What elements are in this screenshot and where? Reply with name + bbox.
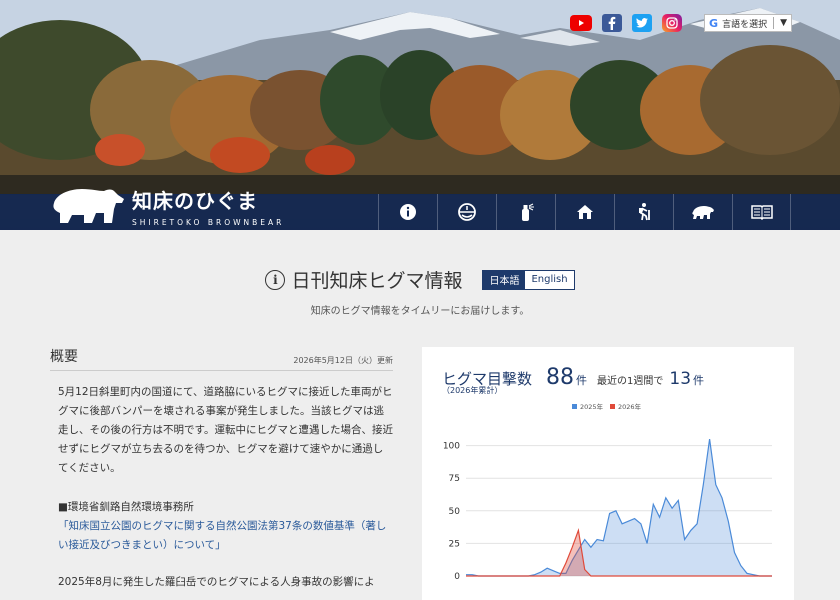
bear-spray-icon bbox=[522, 203, 534, 221]
sightings-subtitle: （2026年累計） bbox=[442, 386, 503, 395]
facebook-icon[interactable] bbox=[602, 14, 623, 32]
logo-title: 知床のひぐま bbox=[132, 189, 258, 213]
sightings-card: 0 25 50 75 100 2025年 2026年 ヒグマ目撃数 （2026年累計） 88… bbox=[422, 347, 794, 600]
bear-logo-icon bbox=[53, 189, 124, 223]
chevron-down-icon: ▼ bbox=[780, 18, 787, 28]
top-utility-bar: G 言語を選択 ▼ bbox=[570, 14, 792, 32]
nav-info[interactable] bbox=[378, 194, 437, 230]
legend-label: 2025年 bbox=[580, 402, 604, 411]
twitter-icon[interactable] bbox=[632, 14, 653, 32]
y-tick-label: 50 bbox=[449, 507, 461, 517]
hero-banner: G 言語を選択 ▼ 知床のひぐま SHIRETOKO BROWNBEAR bbox=[0, 0, 840, 230]
y-tick-label: 25 bbox=[449, 539, 460, 549]
bear-icon bbox=[692, 206, 714, 219]
lifebuoy-icon bbox=[458, 203, 476, 221]
site-logo[interactable]: 知床のひぐま SHIRETOKO BROWNBEAR bbox=[48, 183, 284, 227]
book-icon bbox=[750, 205, 773, 220]
google-icon: G bbox=[709, 16, 719, 30]
week-unit: 件 bbox=[693, 374, 705, 387]
info-icon: i bbox=[265, 269, 286, 290]
sightings-unit: 件 bbox=[576, 374, 588, 387]
y-tick-label: 0 bbox=[454, 572, 460, 582]
organization-label: ■環境省釧路自然環境事務所 bbox=[58, 501, 194, 513]
logo-subtitle: SHIRETOKO BROWNBEAR bbox=[132, 218, 285, 227]
summary-heading: 概要 bbox=[50, 349, 78, 365]
summary-paragraph: 5月12日斜里町内の国道にて、道路脇にいるヒグマに接近した車両がヒグマに後部バン… bbox=[58, 386, 393, 474]
updated-date: 2026年5月12日（火）更新 bbox=[293, 356, 393, 365]
week-label: 最近の1週間で bbox=[597, 376, 664, 387]
instagram-icon[interactable] bbox=[662, 14, 683, 32]
nav-icon-bar bbox=[378, 194, 791, 230]
language-selector[interactable]: G 言語を選択 ▼ bbox=[704, 14, 792, 32]
nav-bears[interactable] bbox=[673, 194, 732, 230]
legend-label: 2026年 bbox=[618, 402, 642, 411]
y-tick-label: 100 bbox=[443, 442, 460, 452]
page-title-text: 日刊知床ヒグマ情報 bbox=[291, 270, 463, 292]
page-subtitle: 知床のヒグマ情報をタイムリーにお届けします。 bbox=[310, 306, 530, 317]
legend-swatch bbox=[572, 404, 577, 409]
page-title-row: i 日刊知床ヒグマ情報 日本語 English bbox=[0, 266, 840, 293]
house-icon bbox=[577, 205, 593, 219]
summary-header: 概要 2026年5月12日（火）更新 bbox=[50, 346, 393, 371]
language-toggle: 日本語 English bbox=[482, 269, 575, 290]
nav-facilities[interactable] bbox=[555, 194, 614, 230]
legend-swatch bbox=[610, 404, 615, 409]
summary-section: 概要 2026年5月12日（火）更新 5月12日斜里町内の国道にて、道路脇にいる… bbox=[50, 346, 393, 592]
nav-hiking[interactable] bbox=[614, 194, 673, 230]
language-selector-label: 言語を選択 bbox=[722, 19, 768, 30]
nav-guide[interactable] bbox=[732, 194, 791, 230]
nav-safety[interactable] bbox=[437, 194, 496, 230]
week-count: 13 bbox=[669, 369, 692, 389]
hiker-icon bbox=[639, 203, 650, 221]
y-tick-label: 75 bbox=[449, 474, 460, 484]
youtube-icon[interactable] bbox=[570, 15, 593, 31]
divider bbox=[773, 17, 775, 29]
lang-en-button[interactable]: English bbox=[525, 270, 574, 289]
lang-ja-button[interactable]: 日本語 bbox=[483, 270, 526, 289]
page-title: i 日刊知床ヒグマ情報 bbox=[265, 266, 462, 293]
sightings-count: 88 bbox=[546, 365, 575, 390]
info-icon bbox=[400, 204, 416, 220]
summary-paragraph-2: 2025年8月に発生した羅臼岳でのヒグマによる人身事故の影響によ bbox=[58, 576, 375, 588]
sightings-header: ヒグマ目撃数 （2026年累計） 88 件 最近の1週間で 13 件 bbox=[442, 365, 705, 395]
nav-bear-spray[interactable] bbox=[496, 194, 555, 230]
series-area-1 bbox=[466, 439, 772, 576]
regulation-link[interactable]: 「知床国立公園のヒグマに関する自然公園法第37条の数値基準（著しい接近及びつきま… bbox=[50, 517, 393, 555]
